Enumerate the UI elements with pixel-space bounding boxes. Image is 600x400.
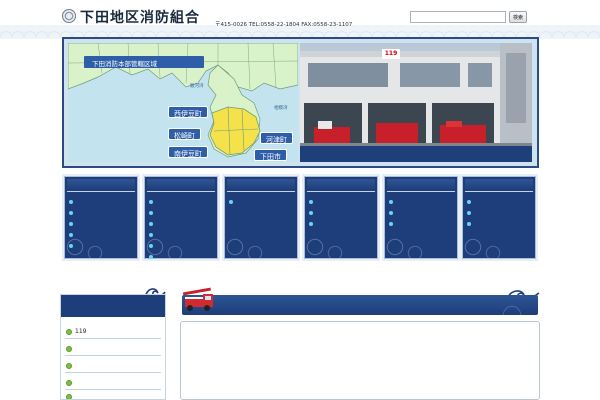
bullet-icon bbox=[69, 222, 73, 226]
news-panel bbox=[180, 321, 540, 400]
nav-box-2 bbox=[224, 176, 298, 259]
nav-box-header[interactable] bbox=[465, 179, 533, 192]
sidebar-item[interactable] bbox=[65, 377, 161, 390]
sidebar-header bbox=[61, 295, 165, 317]
bullet-icon bbox=[69, 200, 73, 204]
station-sign: 119 bbox=[384, 50, 398, 57]
nav-box-3 bbox=[304, 176, 378, 259]
map-town-label[interactable]: 西伊豆町 bbox=[168, 106, 208, 118]
bullet-icon bbox=[229, 200, 233, 204]
nav-link[interactable] bbox=[149, 242, 215, 253]
search-button[interactable]: 検索 bbox=[509, 11, 527, 23]
bullet-icon bbox=[66, 329, 72, 335]
bullet-icon bbox=[149, 222, 153, 226]
nav-link[interactable] bbox=[69, 209, 135, 220]
nav-box-header[interactable] bbox=[67, 179, 135, 192]
bullet-icon bbox=[69, 211, 73, 215]
bullet-icon bbox=[467, 200, 471, 204]
bullet-icon bbox=[149, 233, 153, 237]
jurisdiction-map: 下田消防本部管轄区域 駿河湾 相模湾 西伊豆町 松崎町 南伊豆町 河津町 下田市 bbox=[68, 43, 298, 162]
news-date bbox=[193, 343, 313, 350]
bullet-icon bbox=[149, 244, 153, 248]
breadcrumb[interactable] bbox=[67, 274, 107, 281]
nav-box-5 bbox=[462, 176, 536, 259]
sidebar-item[interactable]: 119 bbox=[65, 326, 161, 339]
bullet-icon bbox=[66, 363, 72, 369]
nav-link[interactable] bbox=[467, 220, 533, 231]
nav-box-header[interactable] bbox=[307, 179, 375, 192]
search-input[interactable] bbox=[410, 11, 506, 23]
nav-link[interactable] bbox=[467, 198, 533, 209]
sidebar-item[interactable] bbox=[65, 360, 161, 373]
nav-box-header[interactable] bbox=[227, 179, 295, 192]
nav-link[interactable] bbox=[309, 220, 375, 231]
bullet-icon bbox=[66, 380, 72, 386]
bullet-icon bbox=[149, 211, 153, 215]
logo-emblem-icon[interactable] bbox=[62, 9, 76, 23]
bullet-icon bbox=[389, 222, 393, 226]
nav-link[interactable] bbox=[389, 209, 455, 220]
search-label bbox=[400, 14, 408, 20]
bullet-icon bbox=[66, 394, 72, 399]
map-town-label[interactable]: 松崎町 bbox=[168, 128, 201, 140]
bullet-icon bbox=[69, 233, 73, 237]
address-text: 〒415-0026 bbox=[215, 22, 247, 28]
nav-link[interactable] bbox=[389, 220, 455, 231]
nav-link[interactable] bbox=[229, 198, 295, 209]
site-header: 下田地区消防組合 〒415-0026 TEL:0558-22-1804 FAX:… bbox=[0, 0, 600, 39]
sea-label-east: 相模湾 bbox=[274, 106, 288, 111]
sidebar: 119 bbox=[60, 294, 166, 400]
nav-link[interactable] bbox=[467, 209, 533, 220]
nav-link[interactable] bbox=[309, 198, 375, 209]
bullet-icon bbox=[389, 200, 393, 204]
nav-box-header[interactable] bbox=[387, 179, 455, 192]
nav-link[interactable] bbox=[69, 242, 135, 253]
nav-link[interactable] bbox=[69, 198, 135, 209]
bullet-icon bbox=[467, 211, 471, 215]
bullet-icon bbox=[149, 255, 153, 259]
nav-link[interactable] bbox=[69, 220, 135, 231]
fire-station-illustration bbox=[300, 43, 532, 146]
nav-link[interactable] bbox=[309, 209, 375, 220]
bullet-icon bbox=[389, 211, 393, 215]
news-headline-link[interactable] bbox=[193, 352, 353, 364]
nav-link[interactable] bbox=[149, 209, 215, 220]
nav-link[interactable] bbox=[149, 231, 215, 242]
bullet-icon bbox=[467, 222, 471, 226]
nav-link[interactable] bbox=[149, 198, 215, 209]
bullet-icon bbox=[66, 346, 72, 352]
nav-box-0 bbox=[64, 176, 138, 259]
nav-box-1 bbox=[144, 176, 218, 259]
site-name[interactable]: 下田地区消防組合 bbox=[80, 7, 200, 27]
bullet-icon bbox=[309, 211, 313, 215]
bullet-icon bbox=[309, 200, 313, 204]
main-title-bar bbox=[182, 295, 538, 315]
nav-link[interactable] bbox=[149, 220, 215, 231]
hero-caption-bar bbox=[300, 146, 532, 162]
nav-box-4 bbox=[384, 176, 458, 259]
nav-link[interactable] bbox=[69, 231, 135, 242]
bullet-icon bbox=[309, 222, 313, 226]
header-links[interactable] bbox=[215, 11, 395, 18]
bullet-icon bbox=[149, 200, 153, 204]
bullet-icon bbox=[69, 244, 73, 248]
map-title: 下田消防本部管轄区域 bbox=[84, 56, 204, 68]
sidebar-item[interactable] bbox=[65, 343, 161, 356]
header-address: 〒415-0026 TEL:0558-22-1804 FAX:0558-23-1… bbox=[215, 20, 352, 28]
fire-truck-icon bbox=[182, 287, 213, 311]
nav-box-header[interactable] bbox=[147, 179, 215, 192]
fire-station-photo: 119 bbox=[300, 43, 532, 146]
nav-link[interactable] bbox=[389, 198, 455, 209]
map-town-label[interactable]: 下田市 bbox=[254, 149, 287, 161]
nav-link[interactable] bbox=[149, 253, 215, 264]
contact-text: TEL:0558-22-1804 FAX:0558-23-1107 bbox=[248, 22, 353, 28]
map-town-label[interactable]: 南伊豆町 bbox=[168, 146, 208, 158]
hero-banner: 下田消防本部管轄区域 駿河湾 相模湾 西伊豆町 松崎町 南伊豆町 河津町 下田市 bbox=[62, 37, 539, 168]
map-town-label[interactable]: 河津町 bbox=[260, 132, 293, 144]
sidebar-item[interactable] bbox=[65, 391, 161, 400]
sea-label-west: 駿河湾 bbox=[190, 84, 204, 89]
